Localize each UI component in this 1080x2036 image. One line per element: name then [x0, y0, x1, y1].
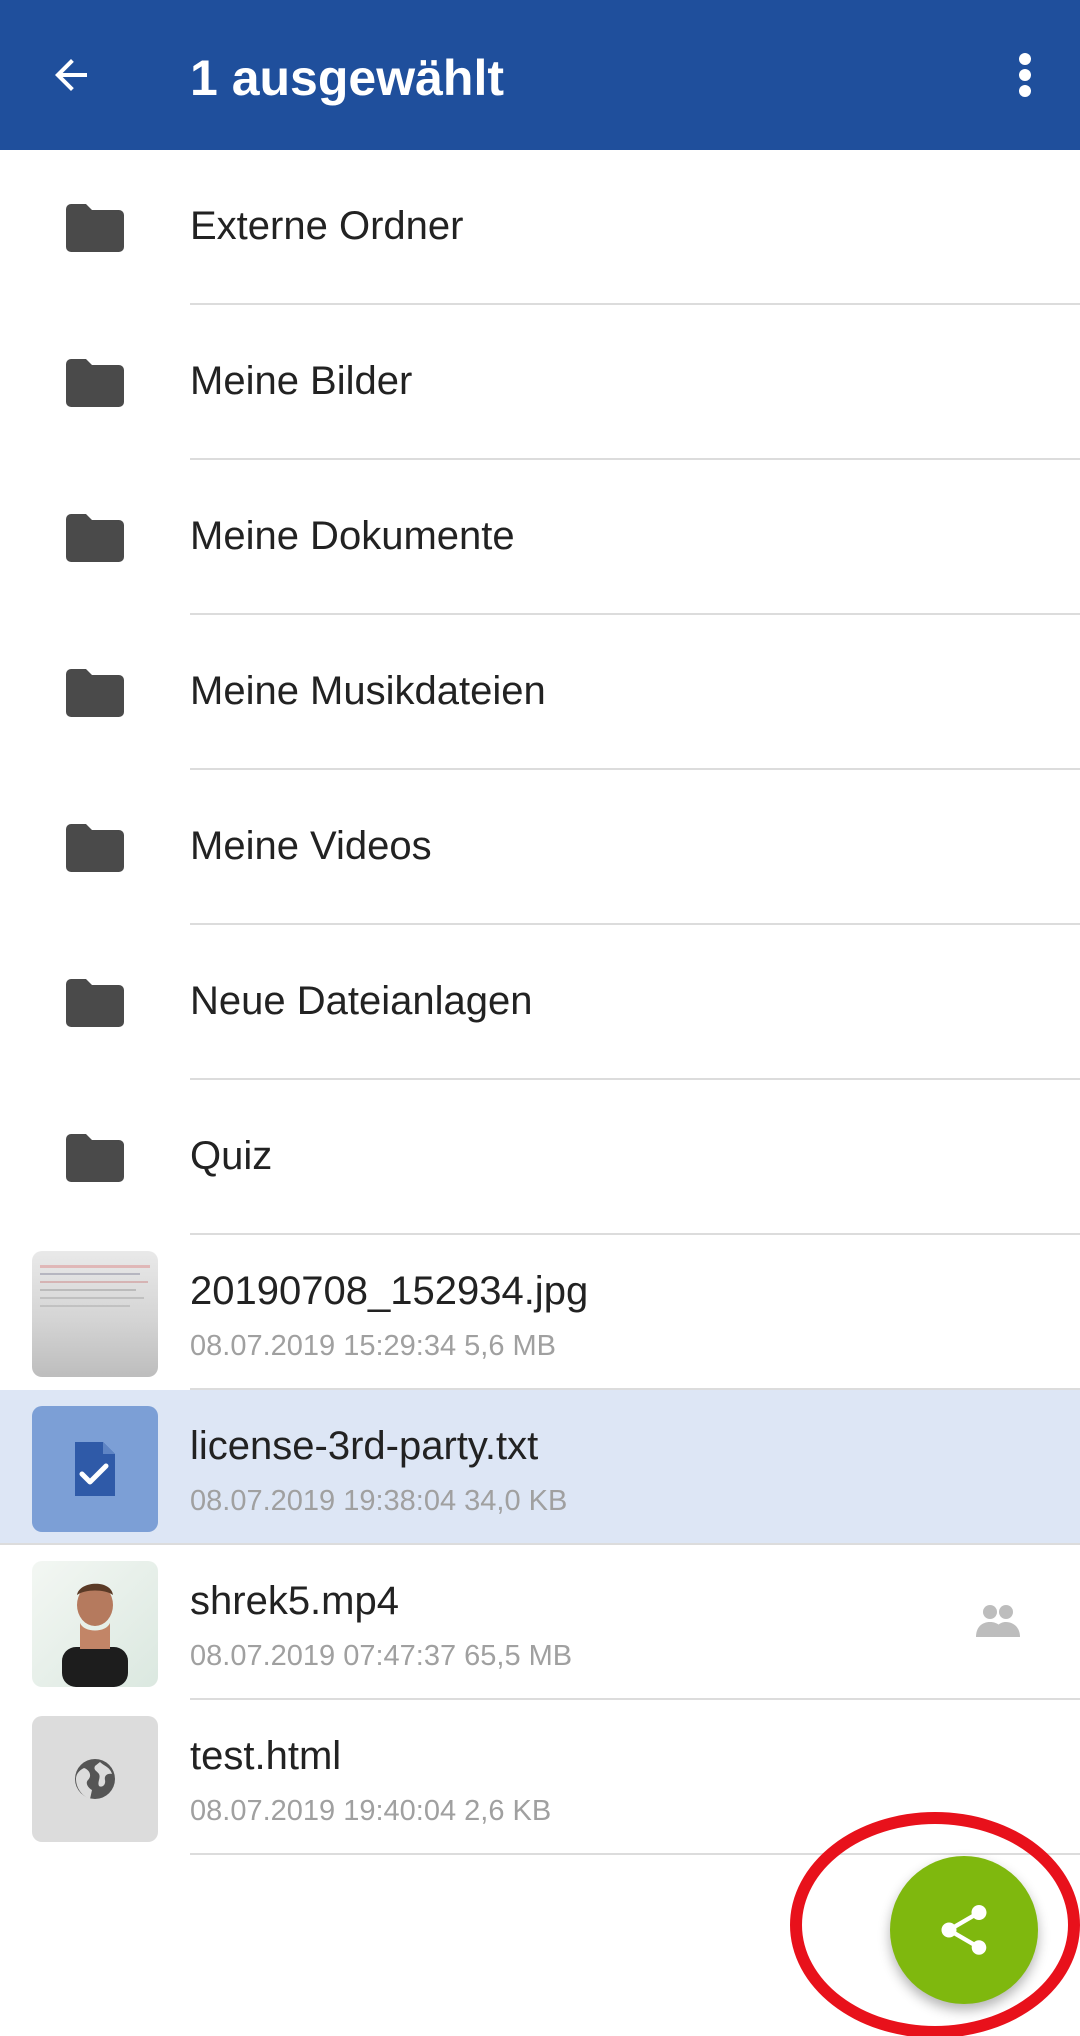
arrow-left-icon [55, 59, 87, 91]
folder-row-neue-dateianlagen[interactable]: Neue Dateianlagen [0, 925, 1080, 1080]
folder-icon [66, 514, 124, 562]
globe-icon [32, 1716, 158, 1842]
share-fab-button[interactable] [890, 1856, 1038, 2004]
folder-label: Meine Dokumente [190, 514, 515, 558]
folder-row-externe-ordner[interactable]: Externe Ordner [0, 150, 1080, 305]
folder-icon [66, 1134, 124, 1182]
file-row-txt-selected[interactable]: license-3rd-party.txt 08.07.2019 19:38:0… [0, 1390, 1080, 1545]
folder-row-meine-musikdateien[interactable]: Meine Musikdateien [0, 615, 1080, 770]
folder-label: Meine Bilder [190, 359, 413, 403]
file-meta: 08.07.2019 19:38:04 34,0 KB [190, 1485, 568, 1517]
folder-label: Meine Videos [190, 824, 432, 868]
checked-document-icon [32, 1406, 158, 1532]
folder-label: Externe Ordner [190, 204, 464, 248]
photo-thumbnail [32, 1251, 158, 1377]
shared-users-icon [976, 1605, 1020, 1637]
app-bar: 1 ausgewählt [0, 0, 1080, 150]
file-meta: 08.07.2019 19:40:04 2,6 KB [190, 1795, 552, 1827]
selection-count-title: 1 ausgewählt [190, 50, 504, 106]
share-icon [941, 1905, 987, 1955]
file-name: 20190708_152934.jpg [190, 1269, 589, 1313]
folder-label: Meine Musikdateien [190, 669, 546, 713]
file-meta: 08.07.2019 15:29:34 5,6 MB [190, 1330, 557, 1362]
video-thumbnail [32, 1561, 158, 1687]
file-name: license-3rd-party.txt [190, 1424, 539, 1468]
more-options-button[interactable] [1000, 40, 1050, 110]
folder-icon [66, 669, 124, 717]
folder-icon [66, 979, 124, 1027]
file-name: shrek5.mp4 [190, 1579, 399, 1623]
folder-label: Neue Dateianlagen [190, 979, 533, 1023]
folder-icon [66, 824, 124, 872]
file-meta: 08.07.2019 07:47:37 65,5 MB [190, 1640, 573, 1672]
folder-label: Quiz [190, 1134, 273, 1178]
file-row-mp4[interactable]: shrek5.mp4 08.07.2019 07:47:37 65,5 MB [0, 1545, 1080, 1700]
folder-row-quiz[interactable]: Quiz [0, 1080, 1080, 1235]
folder-row-meine-dokumente[interactable]: Meine Dokumente [0, 460, 1080, 615]
folder-icon [66, 359, 124, 407]
folder-icon [66, 204, 124, 252]
file-name: test.html [190, 1734, 342, 1778]
back-button[interactable] [36, 40, 106, 110]
more-vert-icon [1019, 53, 1031, 97]
folder-row-meine-bilder[interactable]: Meine Bilder [0, 305, 1080, 460]
folder-row-meine-videos[interactable]: Meine Videos [0, 770, 1080, 925]
file-row-jpg[interactable]: 20190708_152934.jpg 08.07.2019 15:29:34 … [0, 1235, 1080, 1390]
file-list: Externe Ordner Meine Bilder Meine Dokume… [0, 150, 1080, 1855]
